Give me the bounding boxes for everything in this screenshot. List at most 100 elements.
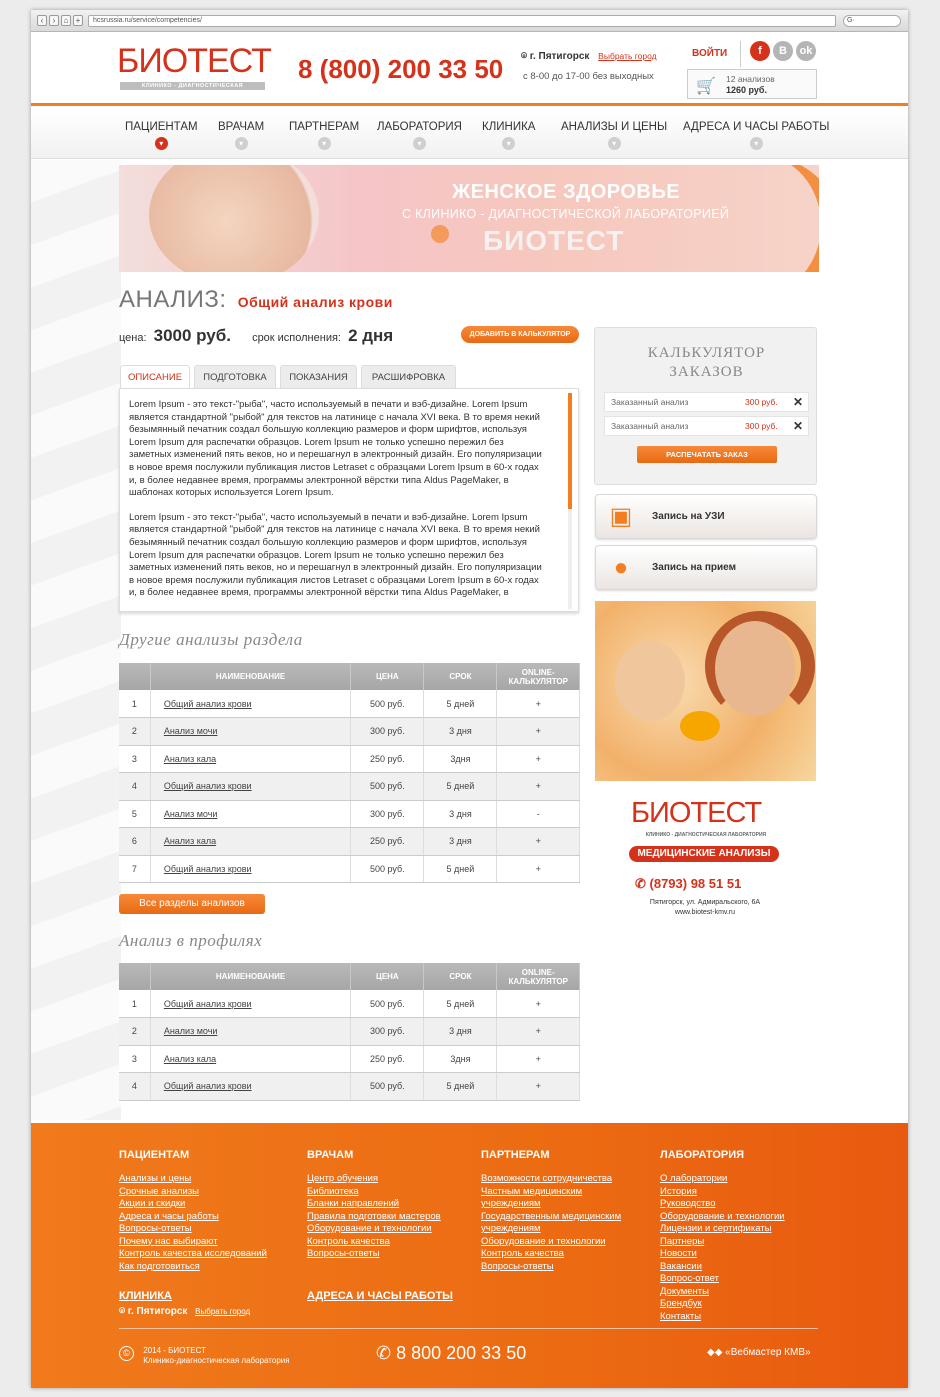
footer-link[interactable]: Контроль качества исследований — [119, 1248, 267, 1261]
uzi-appointment-button[interactable]: ▣ Запись на УЗИ — [595, 494, 817, 539]
analysis-link[interactable]: Общий анализ крови — [164, 864, 252, 874]
nav-item-clinic[interactable]: КЛИНИКА ▾ — [482, 121, 535, 150]
footer-link[interactable]: Государственным медицинским — [481, 1211, 621, 1224]
footer-link[interactable]: Брендбук — [660, 1298, 785, 1311]
footer-link[interactable]: Контроль качества — [481, 1248, 621, 1261]
footer-phone[interactable]: ✆ 8 800 200 33 50 — [376, 1343, 526, 1364]
forward-icon[interactable]: › — [49, 15, 59, 26]
analysis-link[interactable]: Общий анализ крови — [164, 999, 252, 1009]
tab-indications[interactable]: ПОКАЗАНИЯ — [280, 365, 357, 389]
facebook-icon[interactable]: f — [750, 41, 770, 61]
footer-link[interactable]: Возможности сотрудничества — [481, 1173, 621, 1186]
address-bar[interactable]: hcsrussia.ru/service/competencies/ — [88, 15, 836, 27]
footer-link[interactable]: О лаборатории — [660, 1173, 785, 1186]
row-analysis-name[interactable]: Анализ кала — [150, 745, 352, 773]
row-calculator-toggle[interactable]: + — [496, 745, 580, 773]
footer-clinic-link[interactable]: КЛИНИКА — [119, 1290, 172, 1302]
footer-link[interactable]: Вопросы-ответы — [119, 1223, 267, 1236]
tab-description[interactable]: ОПИСАНИЕ — [120, 365, 190, 390]
description-panel[interactable]: Lorem Ipsum - это текст-"рыба", часто ис… — [119, 388, 579, 612]
footer-heading[interactable]: ПАЦИЕНТАМ — [119, 1149, 189, 1161]
print-order-button[interactable]: РАСПЕЧАТАТЬ ЗАКАЗ — [637, 446, 777, 463]
row-analysis-name[interactable]: Общий анализ крови — [150, 690, 352, 718]
row-analysis-name[interactable]: Общий анализ крови — [150, 855, 352, 883]
footer-link[interactable]: Руководство — [660, 1198, 785, 1211]
footer-link[interactable]: Срочные анализы — [119, 1186, 267, 1199]
row-calculator-toggle[interactable]: - — [496, 800, 580, 828]
choose-city-link[interactable]: Выбрать город — [598, 51, 656, 61]
nav-item-analyses[interactable]: АНАЛИЗЫ И ЦЕНЫ ▾ — [561, 121, 667, 150]
footer-link[interactable]: Как подготовиться — [119, 1261, 267, 1274]
footer-link[interactable]: Правила подготовки мастеров — [307, 1211, 441, 1224]
row-analysis-name[interactable]: Общий анализ крови — [150, 772, 352, 801]
footer-link[interactable]: Оборудование и технологии — [660, 1211, 785, 1224]
scrollbar[interactable] — [568, 393, 572, 609]
footer-link[interactable]: Оборудование и технологии — [481, 1236, 621, 1249]
footer-choose-city-link[interactable]: Выбрать город — [195, 1307, 250, 1316]
odnoklassniki-icon[interactable]: ok — [796, 41, 816, 61]
add-to-calculator-button[interactable]: ДОБАВИТЬ В КАЛЬКУЛЯТОР — [461, 326, 579, 343]
cart-widget[interactable]: 🛒 12 анализов 1260 руб. — [687, 69, 817, 99]
tab-interpretation[interactable]: РАСШИФРОВКА — [361, 365, 456, 389]
nav-item-partners[interactable]: ПАРТНЕРАМ ▾ — [289, 121, 359, 150]
add-tab-icon[interactable]: + — [73, 15, 83, 26]
row-calculator-toggle[interactable]: + — [496, 772, 580, 801]
search-field[interactable]: G· — [843, 15, 901, 27]
row-calculator-toggle[interactable]: + — [496, 1017, 580, 1046]
login-link[interactable]: ВОЙТИ — [692, 48, 727, 59]
analysis-link[interactable]: Анализ мочи — [164, 809, 218, 819]
footer-link[interactable]: учреждениям — [481, 1223, 621, 1236]
nav-item-addresses[interactable]: АДРЕСА И ЧАСЫ РАБОТЫ ▾ — [683, 121, 829, 150]
row-analysis-name[interactable]: Анализ мочи — [150, 1017, 352, 1046]
footer-link[interactable]: Документы — [660, 1286, 785, 1299]
row-analysis-name[interactable]: Общий анализ крови — [150, 990, 352, 1018]
footer-heading[interactable]: ВРАЧАМ — [307, 1149, 353, 1161]
analysis-link[interactable]: Анализ мочи — [164, 1026, 218, 1036]
row-analysis-name[interactable]: Анализ кала — [150, 1045, 352, 1073]
footer-heading[interactable]: ЛАБОРАТОРИЯ — [660, 1149, 744, 1161]
back-icon[interactable]: ‹ — [37, 15, 47, 26]
nav-item-laboratory[interactable]: ЛАБОРАТОРИЯ ▾ — [377, 121, 462, 150]
nav-item-doctors[interactable]: ВРАЧАМ ▾ — [218, 121, 264, 150]
row-analysis-name[interactable]: Анализ мочи — [150, 800, 352, 828]
analysis-link[interactable]: Общий анализ крови — [164, 781, 252, 791]
footer-link[interactable]: Анализы и цены — [119, 1173, 267, 1186]
site-logo[interactable]: БИОТЕСТ — [117, 42, 272, 81]
footer-link[interactable]: Вопросы-ответы — [307, 1248, 441, 1261]
row-calculator-toggle[interactable]: + — [496, 690, 580, 718]
scrollbar-thumb[interactable] — [568, 393, 572, 509]
footer-link[interactable]: Адреса и часы работы — [119, 1211, 267, 1224]
footer-link[interactable]: Почему нас выбирают — [119, 1236, 267, 1249]
home-icon[interactable]: ⌂ — [61, 15, 71, 26]
header-phone[interactable]: 8 (800) 200 33 50 — [298, 54, 503, 85]
row-calculator-toggle[interactable]: + — [496, 827, 580, 856]
remove-icon[interactable]: ✕ — [793, 417, 803, 435]
visit-appointment-button[interactable]: ● Запись на прием — [595, 545, 817, 590]
footer-link[interactable]: Акции и скидки — [119, 1198, 267, 1211]
footer-link[interactable]: История — [660, 1186, 785, 1199]
row-analysis-name[interactable]: Общий анализ крови — [150, 1072, 352, 1101]
analysis-link[interactable]: Анализ кала — [164, 1054, 216, 1064]
footer-link[interactable]: Бланки направлений — [307, 1198, 441, 1211]
footer-link[interactable]: Частным медицинским — [481, 1186, 621, 1199]
footer-link[interactable]: Оборудование и технологии — [307, 1223, 441, 1236]
footer-heading[interactable]: ПАРТНЕРАМ — [481, 1149, 550, 1161]
tab-preparation[interactable]: ПОДГОТОВКА — [194, 365, 276, 389]
row-calculator-toggle[interactable]: + — [496, 717, 580, 746]
footer-link[interactable]: Партнеры — [660, 1236, 785, 1249]
analysis-link[interactable]: Общий анализ крови — [164, 1081, 252, 1091]
row-analysis-name[interactable]: Анализ мочи — [150, 717, 352, 746]
analysis-link[interactable]: Анализ кала — [164, 754, 216, 764]
analysis-link[interactable]: Анализ кала — [164, 836, 216, 846]
footer-link[interactable]: Вопрос-ответ — [660, 1273, 785, 1286]
nav-item-patients[interactable]: ПАЦИЕНТАМ ▾ — [125, 121, 198, 150]
footer-addresses-link[interactable]: АДРЕСА И ЧАСЫ РАБОТЫ — [307, 1290, 453, 1302]
row-calculator-toggle[interactable]: + — [496, 1072, 580, 1101]
analysis-link[interactable]: Анализ мочи — [164, 726, 218, 736]
lab-advert[interactable]: БИОТЕСТ КЛИНИКО - ДИАГНОСТИЧЕСКАЯ ЛАБОРА… — [595, 795, 817, 925]
row-calculator-toggle[interactable]: + — [496, 855, 580, 883]
row-analysis-name[interactable]: Анализ кала — [150, 827, 352, 856]
promo-banner[interactable]: ЖЕНСКОЕ ЗДОРОВЬЕ С КЛИНИКО - ДИАГНОСТИЧЕ… — [119, 165, 819, 272]
footer-link[interactable]: Контроль качества — [307, 1236, 441, 1249]
all-sections-button[interactable]: Все разделы анализов — [119, 894, 265, 914]
